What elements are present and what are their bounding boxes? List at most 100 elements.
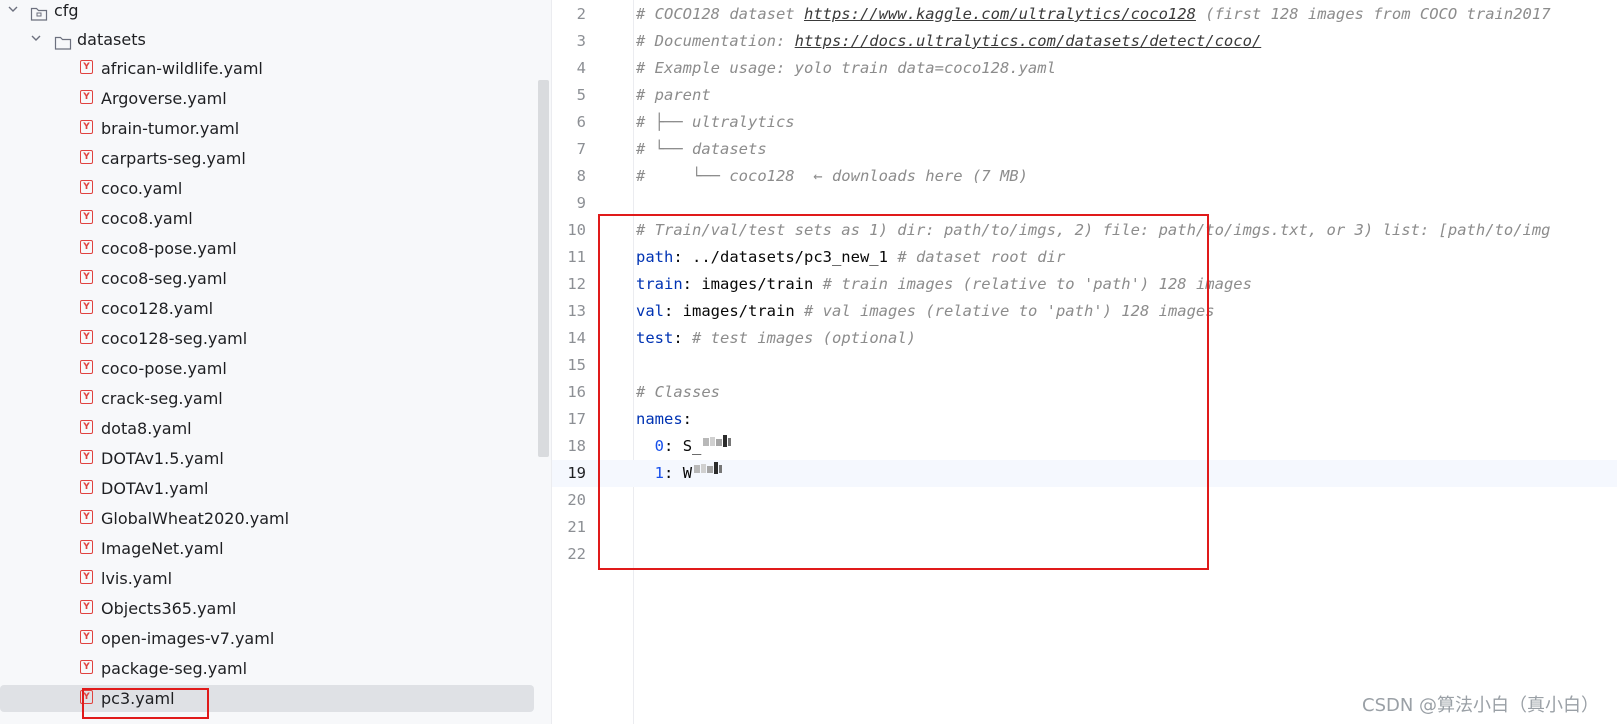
- code-text: # Documentation: https://docs.ultralytic…: [636, 28, 1261, 55]
- line-number: 17: [567, 410, 586, 428]
- line-number: 7: [576, 140, 586, 158]
- tree-file-item[interactable]: Ypackage-seg.yaml: [0, 654, 551, 683]
- tree-scrollbar[interactable]: [538, 80, 549, 457]
- code-comment: # Example usage: yolo train data=coco128…: [636, 59, 1056, 77]
- tree-file-item[interactable]: Ycoco8-pose.yaml: [0, 234, 551, 263]
- tree-file-item[interactable]: Y DOTAv1.yaml: [0, 474, 551, 503]
- line-number: 11: [567, 248, 586, 266]
- yaml-file-icon: Y: [80, 270, 93, 284]
- tree-file-item[interactable]: Ycoco-pose.yaml: [0, 354, 551, 383]
- tree-file-label: DOTAv1.yaml: [101, 479, 209, 498]
- tree-file-label: package-seg.yaml: [101, 659, 248, 678]
- line-number: 4: [576, 59, 586, 77]
- tree-folder-datasets[interactable]: datasets: [0, 25, 551, 54]
- yaml-file-icon: Y: [80, 330, 93, 344]
- yaml-file-icon: Y: [80, 570, 93, 584]
- line-number: 13: [567, 302, 586, 320]
- tree-file-item[interactable]: Ycoco128-seg.yaml: [0, 324, 551, 353]
- tree-file-item[interactable]: Ycoco128.yaml: [0, 294, 551, 323]
- line-number: 22: [567, 545, 586, 563]
- tree-file-label: coco128.yaml: [101, 299, 214, 318]
- tree-file-label: crack-seg.yaml: [101, 389, 223, 408]
- tree-file-label: carparts-seg.yaml: [101, 149, 246, 168]
- tree-file-item[interactable]: Ycarparts-seg.yaml: [0, 144, 551, 173]
- yaml-file-icon: Y: [80, 240, 93, 254]
- project-tree: cfg datasets Yafrican-wildlife.yaml Y Argo…: [0, 0, 551, 724]
- tree-file-item[interactable]: Y Argoverse.yaml: [0, 84, 551, 113]
- tree-file-item[interactable]: Ycoco8-seg.yaml: [0, 264, 551, 293]
- code-text: # parent: [636, 82, 711, 109]
- tree-folder-label: cfg: [54, 1, 79, 20]
- tree-file-label: coco8.yaml: [101, 209, 193, 228]
- tree-file-item[interactable]: Y Objects365.yaml: [0, 594, 551, 623]
- line-number: 16: [567, 383, 586, 401]
- code-line[interactable]: 6 # ├── ultralytics: [552, 109, 1617, 136]
- tree-file-label: coco.yaml: [101, 179, 183, 198]
- tree-file-item[interactable]: Y ImageNet.yaml: [0, 534, 551, 563]
- code-text: # └── datasets: [636, 136, 767, 163]
- tree-file-label: coco8-seg.yaml: [101, 269, 227, 288]
- code-line[interactable]: 9: [552, 190, 1617, 217]
- yaml-file-icon: Y: [80, 300, 93, 314]
- yaml-file-icon: Y: [80, 660, 93, 674]
- comment-link: https://docs.ultralytics.com/datasets/de…: [794, 32, 1262, 50]
- line-number: 8: [576, 167, 586, 185]
- line-number: 19: [567, 464, 586, 482]
- code-line[interactable]: 8 # └── coco128 ← downloads here (7 MB): [552, 163, 1617, 190]
- tree-file-item[interactable]: Ydota8.yaml: [0, 414, 551, 443]
- yaml-file-icon: Y: [80, 480, 93, 494]
- yaml-file-icon: Y: [80, 510, 93, 524]
- code-comment: # COCO128 dataset: [636, 5, 804, 23]
- tree-file-label: lvis.yaml: [101, 569, 173, 588]
- line-number: 21: [567, 518, 586, 536]
- code-line[interactable]: 2 # COCO128 dataset https://www.kaggle.co…: [552, 1, 1617, 28]
- tree-file-label: Objects365.yaml: [101, 599, 237, 618]
- code-comment: # Documentation:: [636, 32, 795, 50]
- line-number: 9: [576, 194, 586, 212]
- folder-icon: [30, 2, 48, 21]
- line-number: 6: [576, 113, 586, 131]
- tree-file-label: coco8-pose.yaml: [101, 239, 237, 258]
- yaml-file-icon: Y: [80, 210, 93, 224]
- code-text: # Example usage: yolo train data=coco128…: [636, 55, 1056, 82]
- tree-file-item[interactable]: Ycoco8.yaml: [0, 204, 551, 233]
- tree-file-label: DOTAv1.5.yaml: [101, 449, 224, 468]
- tree-file-item[interactable]: Yafrican-wildlife.yaml: [0, 54, 551, 83]
- yaml-file-icon: Y: [80, 90, 93, 104]
- yaml-file-icon: Y: [80, 540, 93, 554]
- line-number: 14: [567, 329, 586, 347]
- tree-file-item[interactable]: Y GlobalWheat2020.yaml: [0, 504, 551, 533]
- code-highlight-box: [598, 214, 1209, 570]
- code-comment: # └── datasets: [636, 140, 767, 158]
- line-number: 2: [576, 5, 586, 23]
- tree-file-item[interactable]: Ycoco.yaml: [0, 174, 551, 203]
- code-line[interactable]: 7 # └── datasets: [552, 136, 1617, 163]
- line-number: 12: [567, 275, 586, 293]
- chevron-down-icon[interactable]: [7, 3, 19, 15]
- code-text: # COCO128 dataset https://www.kaggle.com…: [636, 1, 1551, 28]
- code-line[interactable]: 5 # parent: [552, 82, 1617, 109]
- tree-file-item[interactable]: Y DOTAv1.5.yaml: [0, 444, 551, 473]
- chevron-down-icon[interactable]: [30, 32, 42, 44]
- line-number: 15: [567, 356, 586, 374]
- code-line[interactable]: 3 # Documentation: https://docs.ultralyti…: [552, 28, 1617, 55]
- tree-file-label: coco-pose.yaml: [101, 359, 227, 378]
- tree-file-label: brain-tumor.yaml: [101, 119, 240, 138]
- tree-file-item[interactable]: Ycrack-seg.yaml: [0, 384, 551, 413]
- selection-highlight-box: [82, 688, 209, 719]
- tree-file-item[interactable]: Ylvis.yaml: [0, 564, 551, 593]
- yaml-file-icon: Y: [80, 630, 93, 644]
- code-comment: # ├── ultralytics: [636, 113, 795, 131]
- yaml-file-icon: Y: [80, 180, 93, 194]
- tree-file-label: ImageNet.yaml: [101, 539, 224, 558]
- code-comment: # parent: [636, 86, 711, 104]
- code-line[interactable]: 4 # Example usage: yolo train data=coco12…: [552, 55, 1617, 82]
- tree-folder-cfg[interactable]: cfg: [0, 0, 551, 25]
- tree-file-item[interactable]: Ybrain-tumor.yaml: [0, 114, 551, 143]
- tree-file-item[interactable]: Yopen-images-v7.yaml: [0, 624, 551, 653]
- yaml-file-icon: Y: [80, 420, 93, 434]
- tree-file-label: GlobalWheat2020.yaml: [101, 509, 290, 528]
- yaml-file-icon: Y: [80, 390, 93, 404]
- tree-folder-label: datasets: [77, 30, 146, 49]
- comment-link: https://www.kaggle.com/ultralytics/coco1…: [803, 5, 1196, 23]
